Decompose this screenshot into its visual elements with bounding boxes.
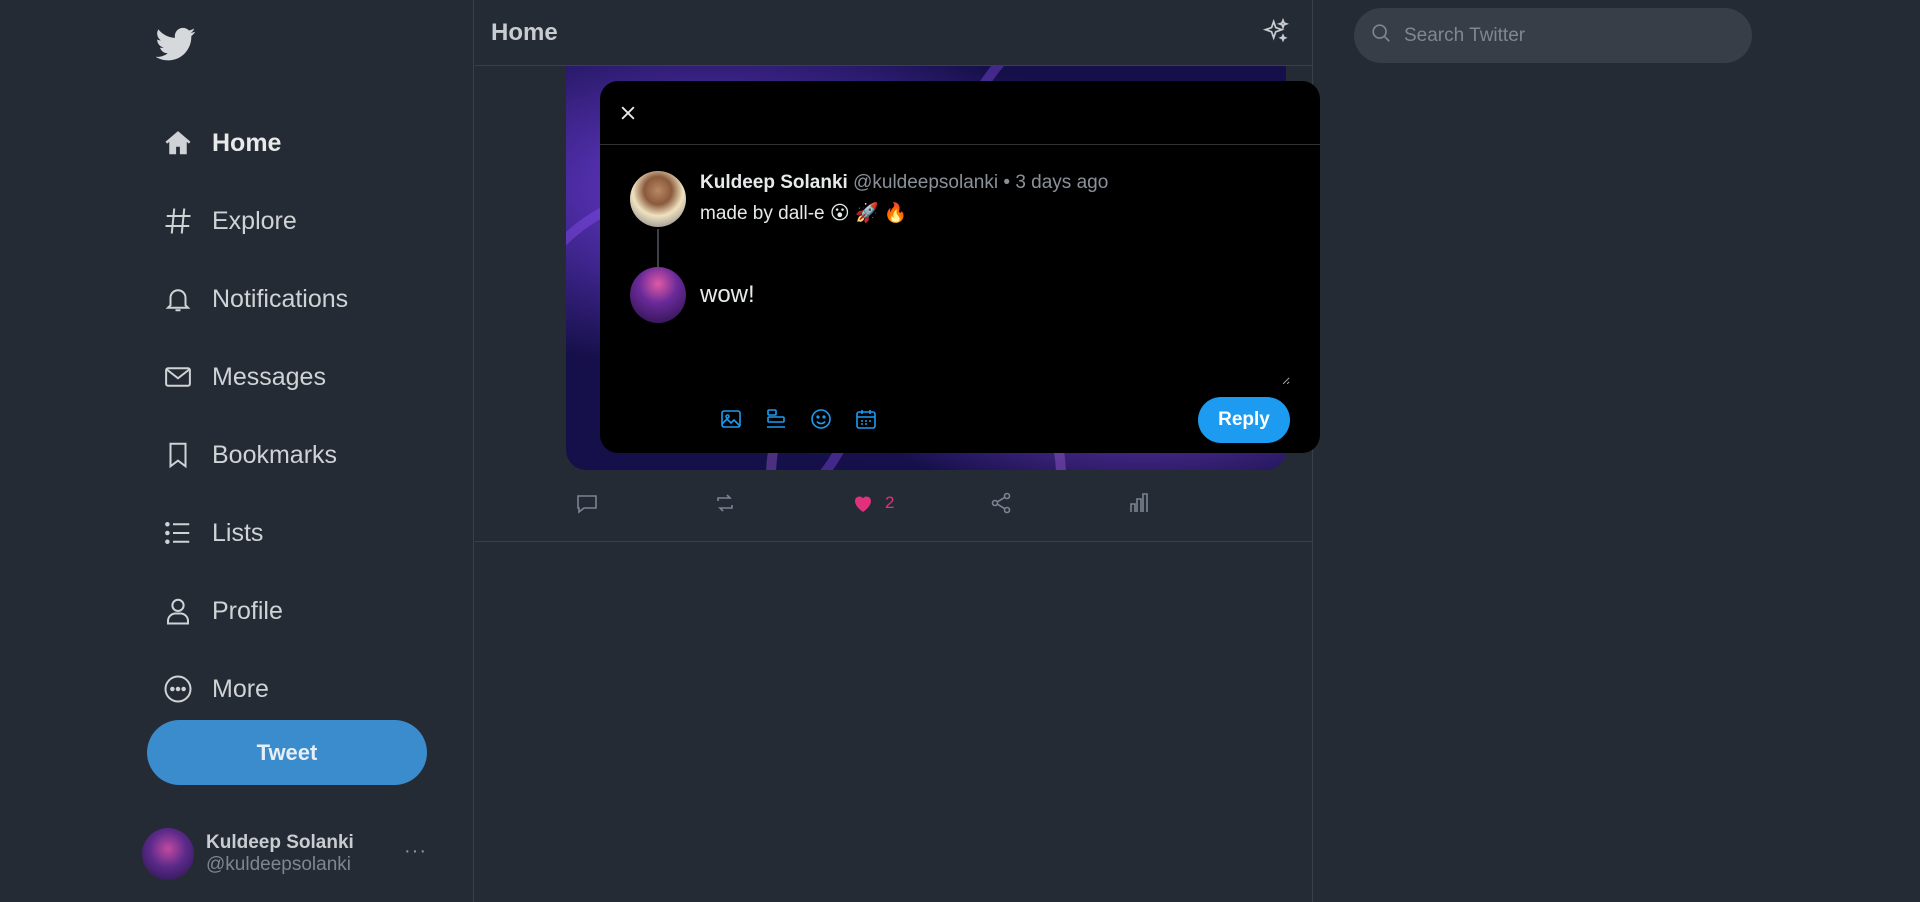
main-navigation: Home Explore Notifications Messages Book… — [160, 104, 348, 728]
original-tweet: Kuldeep Solanki @kuldeepsolanki • 3 days… — [630, 171, 1108, 227]
emoji-icon[interactable] — [798, 401, 843, 437]
reply-modal: Kuldeep Solanki @kuldeepsolanki • 3 days… — [600, 81, 1320, 453]
nav-item-notifications[interactable]: Notifications — [160, 260, 348, 338]
share-action[interactable] — [989, 488, 1127, 518]
nav-item-home[interactable]: Home — [160, 104, 348, 182]
twitter-bird-icon[interactable] — [155, 24, 196, 64]
avatar — [630, 267, 686, 323]
composer-toolbar — [708, 401, 888, 437]
envelope-icon — [160, 359, 196, 395]
bar-chart-icon — [1130, 493, 1148, 512]
account-handle: @kuldeepsolanki — [206, 854, 351, 875]
person-icon — [160, 593, 196, 629]
more-circle-icon — [160, 671, 196, 707]
search-bar[interactable] — [1354, 8, 1752, 63]
sparkle-icon[interactable] — [1262, 17, 1290, 46]
nav-label-more: More — [212, 674, 269, 703]
reply-action[interactable] — [575, 488, 713, 518]
avatar — [630, 171, 686, 227]
search-input[interactable] — [1404, 24, 1724, 47]
reply-composer: wow! — [630, 267, 1290, 385]
original-handle: @kuldeepsolanki — [853, 172, 999, 193]
home-icon — [160, 125, 196, 161]
tweet-button[interactable]: Tweet — [147, 720, 427, 785]
nav-item-more[interactable]: More — [160, 650, 348, 728]
nav-item-lists[interactable]: Lists — [160, 494, 348, 572]
image-icon[interactable] — [708, 401, 753, 437]
divider — [475, 541, 1313, 542]
original-text: made by dall-e 😮 🚀 🔥 — [700, 203, 908, 224]
nav-label-lists: Lists — [212, 518, 264, 547]
account-menu-icon[interactable]: ··· — [404, 840, 427, 863]
list-icon — [160, 515, 196, 551]
comment-icon — [577, 495, 597, 514]
retweet-icon — [717, 494, 733, 512]
close-icon[interactable] — [610, 95, 646, 131]
reply-textarea[interactable]: wow! — [700, 281, 1290, 385]
nav-label-messages: Messages — [212, 362, 326, 391]
avatar — [142, 828, 194, 880]
nav-item-profile[interactable]: Profile — [160, 572, 348, 650]
heart-icon — [855, 496, 871, 512]
original-time: 3 days ago — [1015, 172, 1109, 193]
bookmark-icon — [160, 437, 196, 473]
account-name: Kuldeep Solanki — [206, 832, 354, 853]
analytics-action[interactable] — [1127, 488, 1265, 518]
timeline-header: Home — [475, 0, 1312, 66]
modal-header — [600, 81, 1320, 145]
account-switcher[interactable]: Kuldeep Solanki @kuldeepsolanki ··· — [142, 826, 442, 882]
like-action[interactable]: 2 — [851, 488, 989, 518]
meta-separator: • — [1003, 172, 1011, 193]
nav-label-explore: Explore — [212, 206, 297, 235]
nav-label-home: Home — [212, 128, 282, 157]
nav-item-explore[interactable]: Explore — [160, 182, 348, 260]
nav-label-bookmarks: Bookmarks — [212, 440, 338, 469]
nav-label-profile: Profile — [212, 596, 283, 625]
tweet-action-bar: 2 — [575, 488, 1275, 518]
original-author: Kuldeep Solanki — [700, 172, 848, 193]
nav-item-messages[interactable]: Messages — [160, 338, 348, 416]
nav-label-notifications: Notifications — [212, 284, 349, 313]
like-count: 2 — [885, 493, 895, 512]
schedule-icon[interactable] — [843, 401, 888, 437]
poll-icon[interactable] — [753, 401, 798, 437]
reply-button[interactable]: Reply — [1198, 397, 1290, 443]
nav-item-bookmarks[interactable]: Bookmarks — [160, 416, 348, 494]
left-sidebar: Home Explore Notifications Messages Book… — [0, 0, 474, 902]
search-icon — [1370, 22, 1392, 49]
share-icon — [991, 492, 1011, 514]
bell-icon — [160, 281, 196, 317]
page-title: Home — [491, 18, 558, 46]
hashtag-icon — [160, 203, 196, 239]
retweet-action[interactable] — [713, 488, 851, 518]
